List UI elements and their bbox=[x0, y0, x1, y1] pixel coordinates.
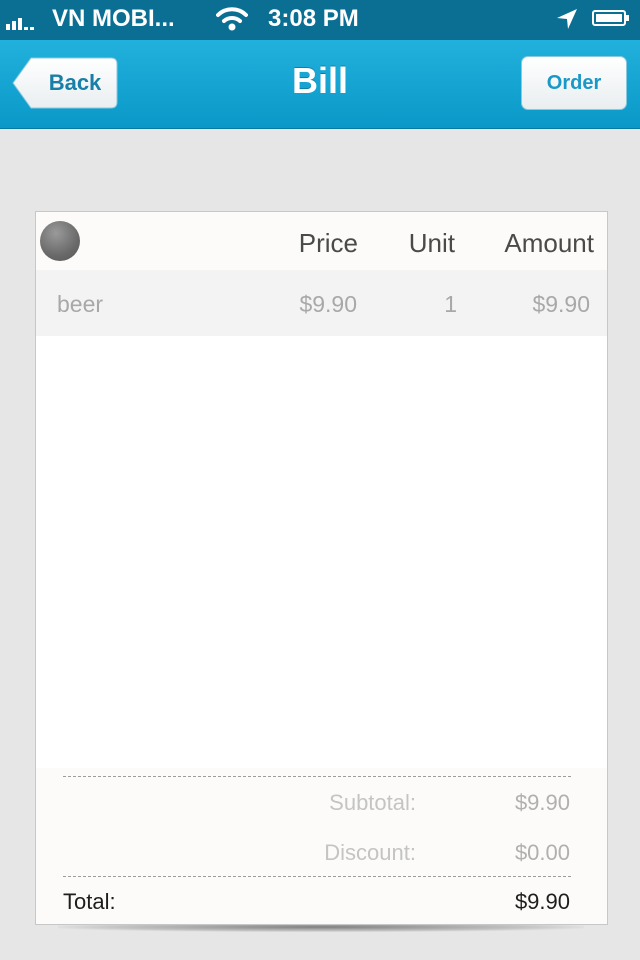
carrier-name: VN MOBI... bbox=[52, 5, 175, 32]
item-name: beer bbox=[57, 291, 104, 317]
discount-label: Discount: bbox=[324, 840, 416, 865]
battery-icon bbox=[592, 10, 629, 26]
signal-icon bbox=[6, 12, 46, 30]
total-label: Total: bbox=[63, 889, 116, 914]
summary-divider-bottom bbox=[63, 876, 571, 877]
column-header-unit: Unit bbox=[408, 228, 455, 258]
bill-summary: Subtotal: $9.90 Discount: $0.00 Total: $… bbox=[36, 768, 607, 924]
column-header-amount: Amount bbox=[504, 228, 594, 258]
restaurant-logo-icon bbox=[40, 221, 80, 261]
summary-divider-top bbox=[63, 776, 571, 777]
item-amount: $9.90 bbox=[532, 291, 590, 317]
subtotal-label: Subtotal: bbox=[329, 790, 416, 815]
bill-card: Price Unit Amount beer $9.90 1 $9.90 Sub… bbox=[35, 211, 608, 925]
status-time: 3:08 PM bbox=[268, 5, 359, 32]
item-unit: 1 bbox=[444, 291, 457, 317]
nav-bar: Back Bill Order bbox=[0, 40, 640, 129]
total-value: $9.90 bbox=[514, 889, 570, 914]
bill-item-row[interactable]: beer $9.90 1 $9.90 bbox=[36, 270, 607, 336]
status-bar: VN MOBI... 3:08 PM bbox=[0, 0, 640, 40]
order-button[interactable]: Order bbox=[521, 56, 627, 110]
bill-header: Price Unit Amount bbox=[36, 212, 607, 270]
wifi-icon bbox=[216, 7, 248, 31]
location-arrow-icon bbox=[557, 9, 577, 29]
column-header-price: Price bbox=[298, 228, 358, 258]
discount-value: $0.00 bbox=[514, 840, 570, 865]
subtotal-value: $9.90 bbox=[514, 790, 570, 815]
item-price: $9.90 bbox=[299, 291, 357, 317]
